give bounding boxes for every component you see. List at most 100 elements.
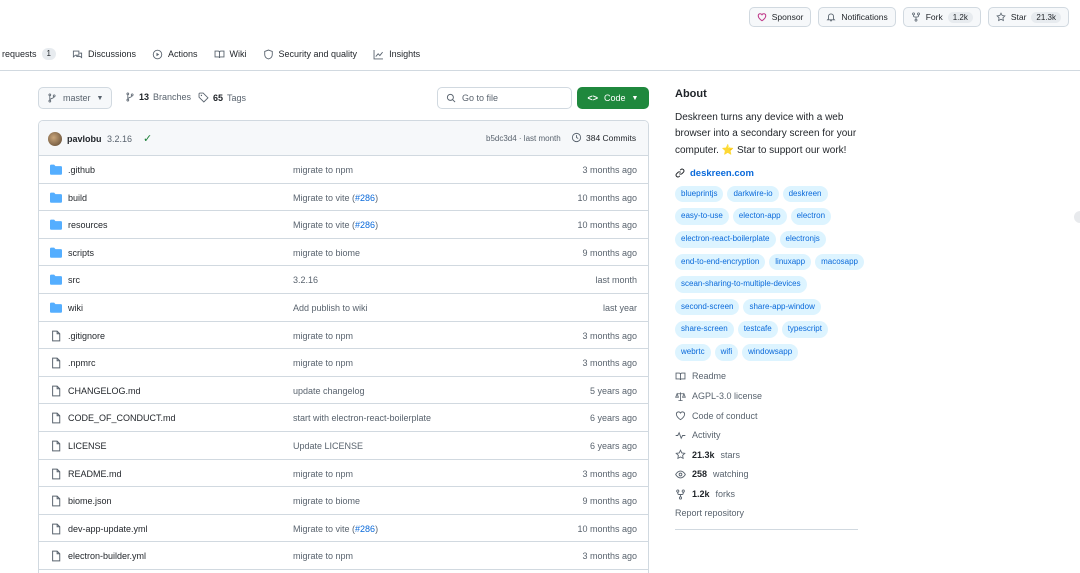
commit-message-link[interactable]: 3.2.16 (293, 275, 318, 285)
commit-author[interactable]: pavlobu (67, 134, 102, 144)
code-button[interactable]: <> Code ▼ (577, 87, 649, 109)
activity-link[interactable]: Activity (675, 425, 865, 445)
file-name-link[interactable]: CODE_OF_CONDUCT.md (68, 413, 176, 423)
topic-tag[interactable]: deskreen (782, 185, 828, 203)
table-row[interactable]: src 3.2.16 last month (39, 266, 648, 294)
topic-tag[interactable]: electon-app (732, 208, 787, 226)
notifications-button[interactable]: Notifications (818, 7, 896, 27)
file-name-link[interactable]: LICENSE (68, 441, 107, 451)
table-row[interactable]: .gitignore migrate to npm 3 months ago (39, 322, 648, 350)
table-row[interactable]: CHANGELOG.md update changelog 5 years ago (39, 377, 648, 405)
topic-tag[interactable]: windowsapp (742, 344, 799, 361)
file-name-link[interactable]: biome.json (68, 496, 112, 506)
tab-insights[interactable]: Insights (365, 44, 428, 64)
tab-pull-requests[interactable]: requests 1 (0, 44, 64, 64)
table-row[interactable]: CODE_OF_CONDUCT.md start with electron-re… (39, 404, 648, 432)
topic-tag[interactable]: blueprintjs (675, 185, 724, 203)
table-row[interactable]: resources Migrate to vite (#286) 10 months… (39, 211, 648, 239)
table-row[interactable]: scripts migrate to biome 9 months ago (39, 239, 648, 267)
commits-link[interactable]: 384 Commits (571, 132, 636, 143)
commit-message-link[interactable]: migrate to biome (293, 496, 360, 506)
code-of-conduct-icon (675, 411, 686, 421)
sponsor-button[interactable]: Sponsor (748, 7, 812, 27)
readme-link[interactable]: Readme (675, 367, 865, 387)
commit-message-link[interactable]: migrate to npm (293, 165, 353, 175)
commit-message-link[interactable]: migrate to npm (293, 551, 353, 561)
tab-discussions[interactable]: Discussions (64, 44, 144, 64)
forks-link[interactable]: 1.2k forks (675, 484, 865, 504)
topic-tag[interactable]: electronjs (779, 231, 826, 248)
tab-wiki[interactable]: Wiki (206, 44, 255, 64)
table-row[interactable]: wiki Add publish to wiki last year (39, 294, 648, 322)
license-link[interactable]: AGPL-3.0 license (675, 386, 865, 406)
topic-tag[interactable]: easy-to-use (675, 208, 729, 226)
pull-request-link[interactable]: #286 (355, 193, 375, 203)
file-name-link[interactable]: CHANGELOG.md (68, 386, 141, 396)
commit-message-link[interactable]: start with electron-react-boilerplate (293, 413, 431, 423)
topic-tag[interactable]: end-to-end-encryption (675, 253, 766, 271)
commit-message-link[interactable]: Update LICENSE (293, 441, 363, 451)
file-name-link[interactable]: .gitignore (68, 331, 105, 341)
report-repository-link[interactable]: Report repository (675, 504, 865, 524)
commit-message-link[interactable]: migrate to npm (293, 358, 353, 368)
commit-message[interactable]: 3.2.16 (107, 134, 132, 144)
conduct-link[interactable]: Code of conduct (675, 406, 865, 426)
commit-message-link[interactable]: migrate to biome (293, 248, 360, 258)
table-row[interactable]: .npmrc migrate to npm 3 months ago (39, 349, 648, 377)
table-row[interactable]: .github migrate to npm 3 months ago (39, 156, 648, 184)
topic-tag[interactable]: linuxapp (769, 253, 812, 271)
commit-message-link[interactable]: migrate to npm (293, 331, 353, 341)
commit-message-link[interactable]: Migrate to vite (#286) (293, 193, 378, 203)
commit-message-link[interactable]: Migrate to vite (#286) (293, 524, 378, 534)
website-link[interactable]: deskreen.com (675, 168, 865, 179)
watching-link[interactable]: 258 watching (675, 465, 865, 485)
file-name-link[interactable]: wiki (68, 303, 83, 313)
file-name-link[interactable]: README.md (68, 469, 122, 479)
tab-actions[interactable]: Actions (144, 44, 206, 64)
tags-link[interactable]: 65 Tags (198, 92, 246, 103)
file-name-link[interactable]: .npmrc (68, 358, 96, 368)
topic-tag[interactable]: testcafe (737, 321, 778, 339)
go-to-file-input[interactable]: Go to file (437, 87, 572, 109)
commit-message-link[interactable]: Migrate to vite (#286) (293, 220, 378, 230)
file-name-link[interactable]: .github (68, 165, 95, 175)
file-name-link[interactable]: electron-builder.yml (68, 551, 146, 561)
commit-message-link[interactable]: update changelog (293, 386, 365, 396)
branch-select[interactable]: master ▼ (38, 87, 113, 109)
topic-tag[interactable]: second-screen (675, 298, 740, 316)
topic-tag[interactable]: share-app-window (743, 298, 821, 316)
commit-message-link[interactable]: Add publish to wiki (293, 303, 368, 313)
fork-button[interactable]: Fork 1.2k (902, 7, 981, 27)
table-row[interactable]: biome.json migrate to biome 9 months ago (39, 487, 648, 515)
check-icon[interactable]: ✓ (143, 132, 152, 145)
table-row[interactable]: build Migrate to vite (#286) 10 months ago (39, 184, 648, 212)
topic-tag[interactable]: darkwire-io (727, 185, 779, 203)
pull-request-link[interactable]: #286 (355, 220, 375, 230)
star-button[interactable]: Star 21.3k (987, 7, 1069, 27)
topic-tag[interactable]: typescript (781, 321, 828, 339)
topic-tag[interactable]: macosapp (815, 253, 865, 271)
topic-tag[interactable]: electron (790, 208, 832, 226)
file-name-link[interactable]: resources (68, 220, 108, 230)
table-row[interactable]: LICENSE Update LICENSE 6 years ago (39, 432, 648, 460)
file-name-link[interactable]: src (68, 275, 80, 285)
file-name-link[interactable]: build (68, 193, 87, 203)
table-row[interactable]: README.md migrate to npm 3 months ago (39, 460, 648, 488)
commit-hash[interactable]: b5dc3d4 · last month (486, 134, 561, 143)
branches-link[interactable]: 13 Branches (125, 92, 191, 102)
scroll-indicator[interactable] (1074, 211, 1080, 223)
file-name-link[interactable]: scripts (68, 248, 94, 258)
avatar[interactable] (48, 132, 62, 146)
topic-tag[interactable]: scean-sharing-to-multiple-devices (675, 276, 807, 293)
topic-tag[interactable]: webrtc (675, 344, 711, 361)
stars-link[interactable]: 21.3k stars (675, 445, 865, 465)
topic-tag[interactable]: electron-react-boilerplate (675, 231, 776, 248)
table-row[interactable]: dev-app-update.yml Migrate to vite (#286)… (39, 515, 648, 543)
topic-tag[interactable]: wifi (714, 344, 739, 361)
file-name-link[interactable]: dev-app-update.yml (68, 524, 148, 534)
commit-message-link[interactable]: migrate to npm (293, 469, 353, 479)
pull-request-link[interactable]: #286 (355, 524, 375, 534)
table-row[interactable]: electron-builder.yml migrate to npm 3 mont… (39, 542, 648, 570)
topic-tag[interactable]: share-screen (675, 321, 734, 339)
tab-security[interactable]: Security and quality (255, 44, 366, 64)
